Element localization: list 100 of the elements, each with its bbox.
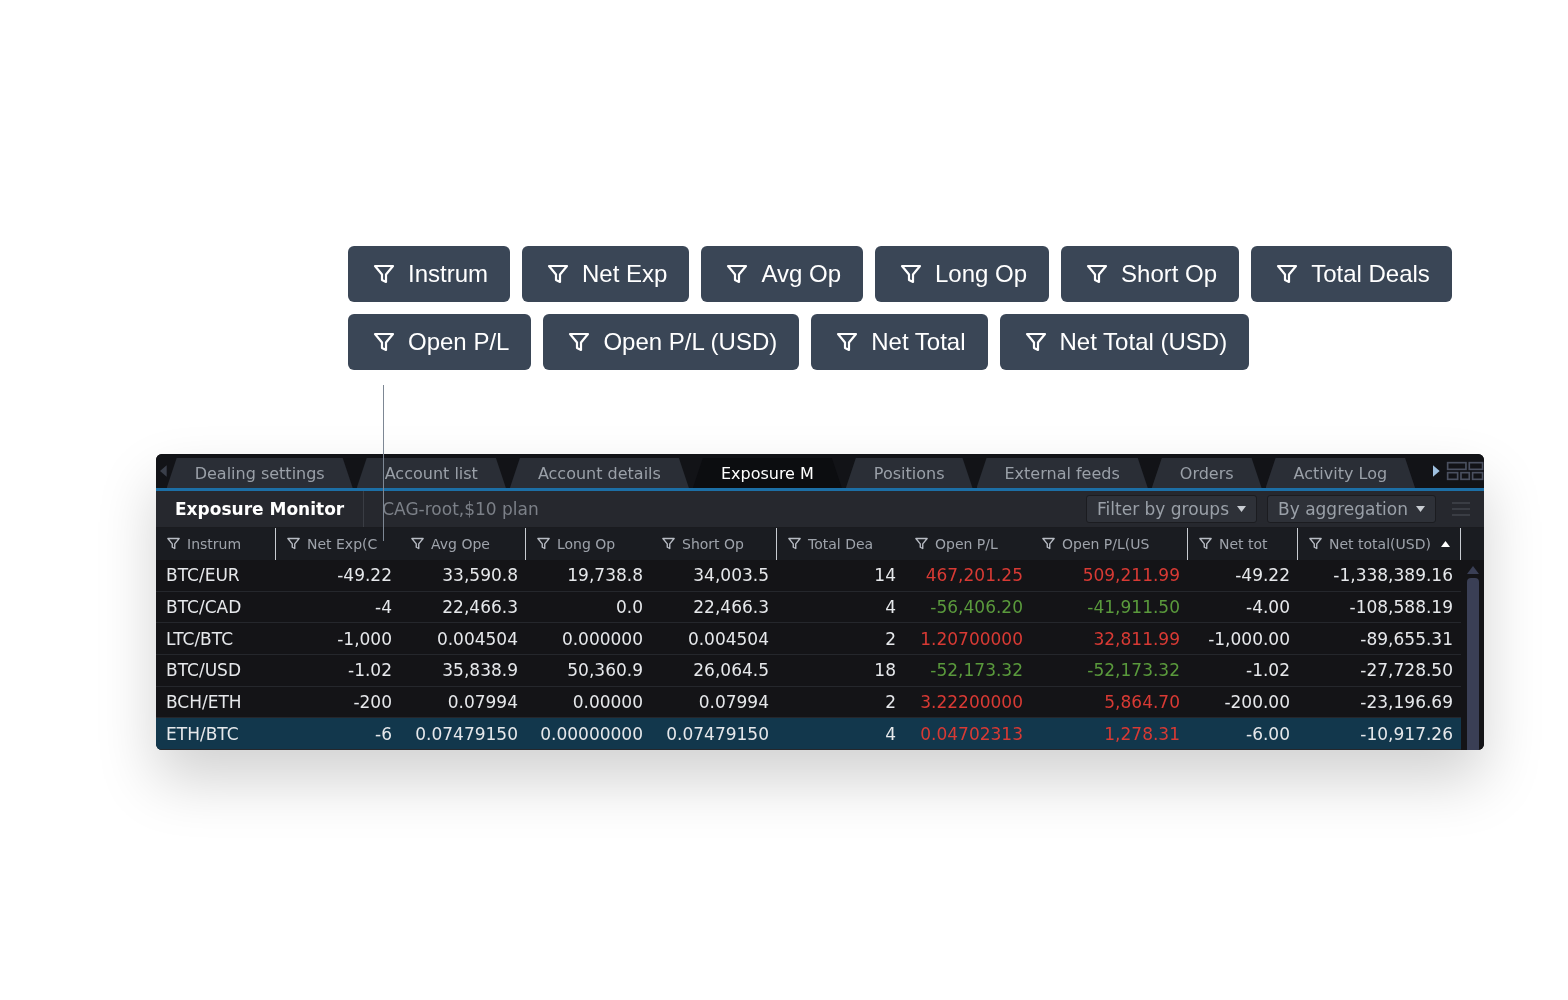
table-cell: 50,360.9 — [526, 654, 651, 687]
filter-chip[interactable]: Avg Op — [701, 246, 863, 302]
dropdown[interactable]: Filter by groups — [1086, 494, 1257, 523]
tab[interactable]: Account list — [356, 458, 506, 488]
table-cell: BTC/EUR — [156, 559, 276, 592]
filter-icon — [1023, 330, 1048, 354]
panel-title: Exposure Monitor — [156, 491, 365, 527]
column-label: Instrum — [187, 535, 242, 552]
table-cell: 1,278.31 — [1031, 718, 1188, 750]
tab[interactable]: Account details — [509, 458, 689, 488]
table-cell: BTC/CAD — [156, 591, 276, 624]
table-cell: -49.22 — [276, 559, 400, 592]
column-label: Short Op — [682, 535, 744, 552]
filter-icon — [1085, 262, 1110, 286]
table-cell: 19,738.8 — [526, 559, 651, 592]
filter-chip[interactable]: Open P/L (USD) — [543, 314, 800, 370]
account-label: CAG-root,$10 plan — [381, 498, 540, 519]
column-header[interactable]: Total Dea — [777, 527, 904, 560]
table-cell: -10,917.26 — [1298, 718, 1461, 750]
filter-icon — [914, 536, 929, 552]
table-cell: -6.00 — [1188, 718, 1298, 750]
table-cell: 0.04702313 — [904, 718, 1031, 750]
table-cell: 0.004504 — [651, 623, 777, 655]
table-cell: ETH/BTC — [156, 718, 276, 750]
column-label: Open P/L(US — [1062, 535, 1150, 552]
filter-icon — [372, 330, 396, 354]
table-cell: -1,000 — [276, 623, 400, 655]
filter-icon — [546, 262, 570, 286]
filter-chip[interactable]: Long Op — [875, 246, 1050, 302]
column-header[interactable]: Net tot — [1188, 527, 1298, 560]
filter-chip[interactable]: Net Total (USD) — [999, 314, 1250, 370]
filter-chip[interactable]: Open P/L — [348, 314, 532, 370]
filter-icon — [1041, 536, 1056, 552]
tab[interactable]: Positions — [845, 458, 973, 488]
column-label: Long Op — [557, 535, 616, 552]
dropdown[interactable]: By aggregation — [1267, 494, 1436, 523]
column-label: Open P/L — [935, 535, 998, 552]
column-header[interactable]: Net total(USD) — [1298, 527, 1461, 560]
filter-chip[interactable]: Net Exp — [522, 246, 690, 302]
filter-icon — [286, 536, 301, 552]
table-cell: 34,003.5 — [651, 559, 777, 592]
table-cell: -4.00 — [1188, 591, 1298, 624]
table-cell: 4 — [777, 718, 904, 750]
column-label: Total Dea — [808, 535, 874, 552]
table-cell: -1,000.00 — [1188, 623, 1298, 655]
filter-icon — [1275, 262, 1300, 286]
filter-icon — [166, 536, 181, 552]
table-cell: 35,838.9 — [400, 654, 526, 687]
sort-ascending-icon[interactable] — [1441, 540, 1450, 547]
table-cell: 0.07479150 — [651, 718, 777, 750]
filter-icon — [787, 536, 802, 552]
table-cell: LTC/BTC — [156, 623, 276, 655]
column-header[interactable]: Avg Ope — [400, 527, 526, 560]
column-label: Net Exp(C — [307, 535, 378, 552]
layout-icon[interactable] — [1445, 459, 1484, 483]
filter-chip[interactable]: Short Op — [1061, 246, 1240, 302]
table-cell: 4 — [777, 591, 904, 624]
table-cell: 0.00000000 — [526, 718, 651, 750]
column-header[interactable]: Open P/L(US — [1031, 527, 1188, 560]
tab[interactable]: Dealing settings — [166, 458, 353, 488]
column-header[interactable]: Short Op — [651, 527, 777, 560]
table-cell: 18 — [777, 654, 904, 687]
column-header[interactable]: Instrum — [156, 527, 276, 560]
table-cell: 0.000000 — [526, 623, 651, 655]
column-label: Net tot — [1219, 535, 1268, 552]
tab[interactable]: Orders — [1151, 458, 1262, 488]
table-cell: 0.004504 — [400, 623, 526, 655]
table-cell: 467,201.25 — [904, 559, 1031, 592]
scroll-up-icon[interactable] — [1466, 565, 1479, 574]
filter-icon — [536, 536, 551, 552]
table-cell: -41,911.50 — [1031, 591, 1188, 624]
table-cell: 22,466.3 — [651, 591, 777, 624]
table-cell: -6 — [276, 718, 400, 750]
table-cell: 22,466.3 — [400, 591, 526, 624]
table-cell: -52,173.32 — [1031, 654, 1188, 687]
filter-chip[interactable]: Instrum — [348, 246, 510, 302]
scrollbar[interactable] — [1461, 559, 1484, 750]
scroll-right-icon[interactable] — [1433, 464, 1440, 478]
table-cell: 33,590.8 — [400, 559, 526, 592]
filter-icon — [1198, 536, 1213, 552]
table-cell: 0.07479150 — [400, 718, 526, 750]
filter-chip[interactable]: Net Total — [811, 314, 988, 370]
filter-chip[interactable]: Total Deals — [1251, 246, 1452, 302]
filter-icon — [835, 330, 860, 354]
filter-icon — [567, 330, 592, 354]
table-cell: 14 — [777, 559, 904, 592]
column-label: Avg Ope — [431, 535, 490, 552]
table-cell: -4 — [276, 591, 400, 624]
tab[interactable]: Activity Log — [1265, 458, 1416, 488]
column-label: Net total(USD) — [1329, 535, 1431, 552]
column-header[interactable]: Open P/L — [904, 527, 1031, 560]
table-cell: -56,406.20 — [904, 591, 1031, 624]
filter-icon — [725, 262, 750, 286]
table-cell: 26,064.5 — [651, 654, 777, 687]
filter-icon — [410, 536, 425, 552]
tab[interactable]: Exposure M — [692, 458, 842, 488]
tab[interactable]: External feeds — [976, 458, 1148, 488]
table-cell: 32,811.99 — [1031, 623, 1188, 655]
column-header[interactable]: Long Op — [526, 527, 651, 560]
column-header[interactable]: Net Exp(C — [276, 527, 400, 560]
